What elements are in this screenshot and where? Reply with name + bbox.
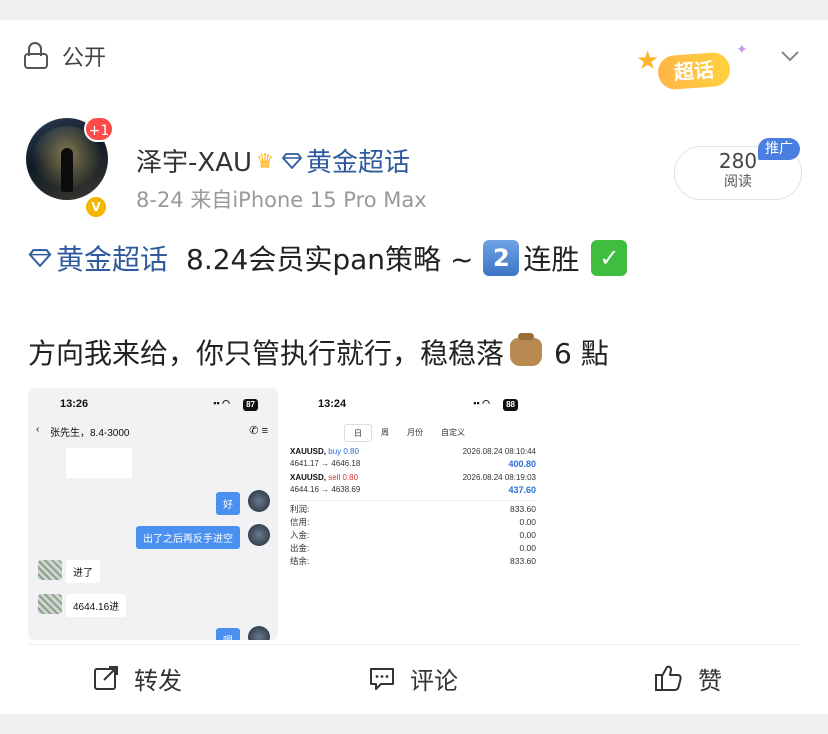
battery-level: 88	[503, 399, 518, 411]
status-time: 13:26	[60, 398, 89, 410]
share-icon	[94, 666, 118, 690]
tab-week[interactable]: 周	[372, 424, 398, 442]
summary-row: 入金: 0.00	[290, 530, 536, 540]
trade-row: XAUUSD, sell 0.80 2026.08.24 08:19:03 464…	[290, 473, 536, 495]
summary-row: 信用: 0.00	[290, 517, 536, 527]
diamond-icon	[28, 249, 52, 267]
verified-badge: V	[84, 195, 108, 219]
lock-icon	[24, 41, 50, 71]
avatar	[248, 626, 270, 640]
avatar	[38, 594, 62, 614]
author-name[interactable]: 泽宇-XAU	[136, 142, 252, 179]
signal-icon: ▪▪ ◠	[213, 398, 230, 408]
weibo-post-card: 公开 ★ 超话 ✦ +1 V 泽宇-XAU ♛ 黄金超话 8-24 来自iPho…	[0, 20, 828, 714]
chat-message: 进了	[66, 560, 100, 583]
repost-button[interactable]: 转发	[92, 660, 182, 696]
chat-title: 张先生，8.4-3000	[50, 428, 130, 439]
body-line2-text: 方向我来给，你只管执行就行，稳稳落	[28, 337, 505, 370]
supertalk-badge[interactable]: ★ 超话 ✦	[636, 42, 752, 96]
back-icon: ‹	[36, 424, 40, 435]
tab-custom[interactable]: 自定义	[432, 424, 474, 442]
avatar	[248, 490, 270, 512]
visibility-row: 公开	[24, 38, 106, 74]
supertalk-label: 超话	[656, 51, 732, 91]
money-bag-icon	[510, 333, 543, 366]
image-trade-report[interactable]: 13:24 ▪▪ ◠ 88 日 周 月份 自定义 XAUUSD, buy 0.8…	[286, 388, 538, 640]
chat-message: 嗯	[216, 628, 240, 640]
like-button[interactable]: 赞	[654, 660, 722, 696]
comment-button[interactable]: 评论	[368, 660, 458, 696]
diamond-icon	[281, 152, 302, 169]
tab-month[interactable]: 月份	[398, 424, 432, 442]
post-text-line2: 方向我来给，你只管执行就行，稳稳落 6 點	[28, 332, 609, 372]
chat-header: ‹ 张先生，8.4-3000 ✆ ≡	[28, 424, 278, 444]
trade-row: XAUUSD, buy 0.80 2026.08.24 08:10:44 4641…	[290, 447, 536, 469]
avatar	[38, 560, 62, 580]
read-label: 阅读	[724, 174, 752, 190]
repost-label: 转发	[134, 666, 182, 695]
signal-icon: ▪▪ ◠	[473, 398, 490, 408]
body-line1-suffix: 连胜	[523, 243, 580, 276]
visibility-label: 公开	[62, 46, 107, 71]
chat-image-thumbnail	[66, 448, 132, 478]
status-bar: 13:24 ▪▪ ◠ 88	[286, 398, 538, 414]
summary-row: 出金: 0.00	[290, 543, 536, 553]
battery-level: 87	[243, 399, 258, 411]
action-bar: 转发 评论 赞	[0, 660, 828, 696]
comment-label: 评论	[410, 666, 458, 695]
thumbs-up-icon	[655, 665, 682, 691]
summary-table: 利润: 833.60 信用: 0.00 入金: 0.00 出金: 0.00 结余: 833…	[290, 500, 536, 568]
chat-message: 好	[216, 492, 240, 515]
chevron-down-icon[interactable]	[780, 46, 800, 66]
body-line2-suffix: 6 點	[554, 337, 609, 370]
tab-day[interactable]: 日	[344, 424, 372, 442]
post-meta: 8-24 来自iPhone 15 Pro Max	[136, 188, 427, 212]
post-text-line1: 黄金超话 8.24会员实pan策略 ~ 2 连胜 ✓	[28, 238, 631, 278]
image-chat-screenshot[interactable]: 13:26 ▪▪ ◠ 87 ‹ 张先生，8.4-3000 ✆ ≡ 好 出了之后再…	[28, 388, 278, 640]
phone-menu-icons: ✆ ≡	[249, 425, 268, 437]
body-line1-text: 8.24会员实pan策略 ~	[186, 243, 474, 276]
divider	[28, 644, 800, 645]
summary-row: 结余: 833.60	[290, 556, 536, 566]
status-bar: 13:26 ▪▪ ◠ 87	[28, 398, 278, 414]
like-label: 赞	[698, 666, 722, 695]
body-topic-link[interactable]: 黄金超话	[56, 238, 168, 278]
star-icon: ★	[636, 46, 660, 76]
author-topic-link[interactable]: 黄金超话	[306, 142, 410, 179]
chat-message: 出了之后再反手进空	[136, 526, 240, 549]
chat-message: 4644.16进	[66, 594, 127, 617]
avatar	[248, 524, 270, 546]
period-tabs: 日 周 月份 自定义	[344, 424, 474, 442]
crown-icon: ♛	[256, 148, 274, 173]
follow-count-badge: +1	[84, 116, 114, 142]
status-time: 13:24	[318, 398, 347, 410]
summary-row: 利润: 833.60	[290, 504, 536, 514]
promo-tag[interactable]: 推广	[758, 138, 800, 160]
keycap-number: 2	[483, 240, 520, 276]
author-line: 泽宇-XAU ♛ 黄金超话	[136, 142, 410, 179]
check-mark-icon: ✓	[591, 240, 628, 276]
sparkle-icon: ✦	[736, 42, 748, 58]
comment-icon	[370, 668, 394, 690]
